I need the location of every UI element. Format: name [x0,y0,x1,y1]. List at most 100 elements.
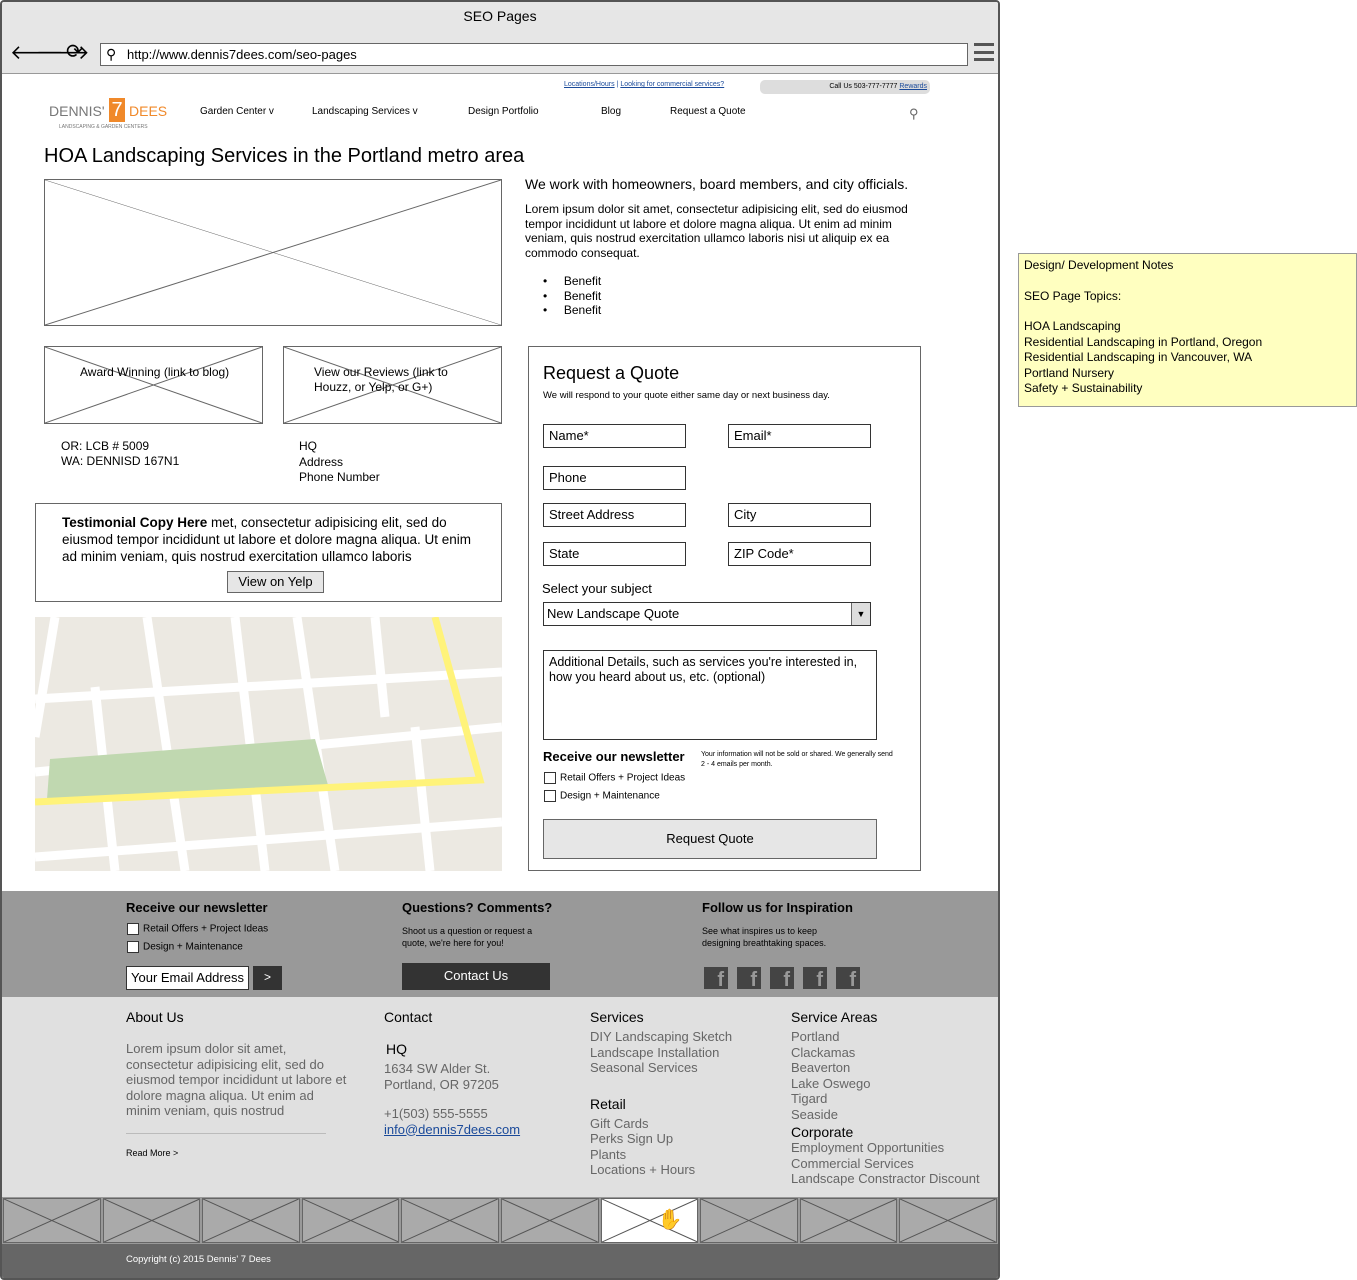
footer-link[interactable]: Seaside [791,1107,980,1123]
footer-link[interactable]: Landscape Installation [590,1045,732,1061]
follow-text: See what inspires us to keep designing b… [702,926,827,948]
license-wa: WA: DENNISD 167N1 [61,454,180,468]
footer-design-checkbox[interactable]: Design + Maintenance [127,941,243,953]
facebook-icon[interactable]: f [836,967,860,991]
thumbnail-placeholder[interactable]: ✋ [600,1198,699,1243]
view-on-yelp-button[interactable]: View on Yelp [227,571,324,593]
footer-address-2: Portland, OR 97205 [384,1076,499,1092]
quote-subtitle: We will respond to your quote either sam… [543,390,830,401]
street-field[interactable]: Street Address [543,503,686,527]
footer-phone: +1(503) 555-5555 [384,1106,488,1121]
read-more-link[interactable]: Read More > [126,1148,351,1158]
footer-link[interactable]: Beaverton [791,1060,980,1076]
footer-link[interactable]: Gift Cards [590,1116,732,1132]
subject-select[interactable]: New Landscape Quote ▼ [543,602,871,626]
footer-link[interactable]: Portland [791,1029,980,1045]
chevron-down-icon[interactable]: ▼ [851,603,870,625]
footer-link[interactable]: Lake Oswego [791,1076,980,1092]
footer: About Us Lorem ipsum dolor sit amet, con… [2,997,998,1197]
footer-link[interactable]: Landscape Constractor Discount [791,1171,980,1187]
thumbnail-placeholder[interactable] [401,1198,499,1243]
contact-us-button[interactable]: Contact Us [402,963,550,990]
location-pin-icon[interactable]: ⚲ [909,106,919,122]
footer-link[interactable]: DIY Landscaping Sketch [590,1029,732,1045]
name-field[interactable]: Name* [543,424,686,448]
details-textarea[interactable]: Additional Details, such as services you… [543,650,877,740]
window-title: SEO Pages [2,2,998,34]
footer-email-link[interactable]: info@dennis7dees.com [384,1122,520,1138]
logo[interactable]: DENNIS' 7 DEES LANDSCAPING & GARDEN CENT… [49,98,169,132]
nav-landscaping-services[interactable]: Landscaping Services v [312,106,418,117]
phone-field[interactable]: Phone [543,466,686,490]
nav-garden-center[interactable]: Garden Center v [200,106,274,117]
footer-link[interactable]: Employment Opportunities [791,1140,980,1156]
footer-link[interactable]: Seasonal Services [590,1060,732,1076]
thumbnail-placeholder[interactable] [899,1198,997,1243]
menu-icon[interactable] [974,43,994,61]
benefit-item: • Benefit [543,288,602,303]
subject-value: New Landscape Quote [547,606,680,621]
nav-design-portfolio[interactable]: Design Portfolio [468,106,539,117]
retail-offers-checkbox[interactable]: Retail Offers + Project Ideas [544,772,685,784]
state-field[interactable]: State [543,542,686,566]
thumbnail-placeholder[interactable] [500,1198,599,1243]
facebook-icon[interactable]: f [737,967,761,991]
areas-title: Service Areas [791,1009,878,1025]
testimonial-box: Testimonial Copy Here met, consectetur a… [35,503,502,602]
subscribe-button[interactable]: > [253,966,282,990]
checkbox[interactable] [544,790,556,802]
footer-link[interactable]: Plants [590,1147,732,1163]
email-input[interactable]: Your Email Address [126,966,249,990]
footer-link[interactable]: Locations + Hours [590,1162,732,1178]
award-badge[interactable]: Award Winning (link to blog) [44,346,263,424]
facebook-icon[interactable]: f [770,967,794,991]
questions-text: Shoot us a question or request a quote, … [402,926,533,948]
browser-toolbar: 🡐 🡒 ⟳ ⚲ http://www.dennis7dees.com/seo-p… [2,34,998,74]
design-maintenance-checkbox[interactable]: Design + Maintenance [544,790,660,802]
questions-title: Questions? Comments? [402,900,553,915]
city-field[interactable]: City [728,503,871,527]
retail-title: Retail [590,1095,626,1112]
thumbnail-placeholder[interactable] [3,1198,101,1243]
page-title: HOA Landscaping Services in the Portland… [44,145,525,167]
nav-blog[interactable]: Blog [601,106,621,117]
about-text: Lorem ipsum dolor sit amet, consectetur … [126,1041,347,1118]
footer-link[interactable]: Commercial Services [791,1156,980,1172]
thumbnail-placeholder[interactable] [799,1198,898,1243]
url-bar[interactable]: ⚲ http://www.dennis7dees.com/seo-pages [100,43,968,66]
footer-hq: HQ [386,1041,407,1057]
privacy-note: Your information will not be sold or sha… [701,751,893,768]
thumbnail-placeholder[interactable] [700,1198,798,1243]
commercial-link[interactable]: Looking for commercial services? [620,81,724,88]
call-text: Call Us 503-777-7777 [829,83,898,90]
facebook-icon[interactable]: f [704,967,728,991]
reload-icon[interactable]: ⟳ [66,39,83,64]
footer-link[interactable]: Tigard [791,1091,980,1107]
benefit-item: • Benefit [543,303,602,317]
email-field[interactable]: Email* [728,424,871,448]
checkbox[interactable] [544,772,556,784]
footer-link[interactable]: Perks Sign Up [590,1131,732,1147]
nav-request-quote[interactable]: Request a Quote [670,106,746,117]
map[interactable] [35,617,502,871]
facebook-icon[interactable]: f [803,967,827,991]
separator: | [616,81,619,88]
thumbnail-placeholder[interactable] [202,1198,300,1243]
footer-retail-checkbox[interactable]: Retail Offers + Project Ideas [127,923,268,935]
footer-address-1: 1634 SW Alder St. [384,1061,491,1076]
license-or: OR: LCB # 5009 [61,439,150,453]
url-text: http://www.dennis7dees.com/seo-pages [127,47,357,62]
rewards-link[interactable]: Rewards [899,83,927,90]
intro-lead: We work with homeowners, board members, … [525,176,909,192]
thumbnail-placeholder[interactable] [301,1198,400,1243]
locations-link[interactable]: Locations/Hours [564,81,615,88]
corporate-title: Corporate [791,1124,854,1140]
notes-topic: Residential Landscaping in Vancouver, WA [1024,350,1253,364]
thumbnail-placeholder[interactable] [102,1198,201,1243]
notes-sticky: Design/ Development Notes SEO Page Topic… [1018,253,1357,407]
notes-topic: Residential Landscaping in Portland, Ore… [1024,334,1263,349]
zip-field[interactable]: ZIP Code* [728,542,871,566]
request-quote-button[interactable]: Request Quote [543,819,877,859]
footer-link[interactable]: Clackamas [791,1045,980,1061]
reviews-badge[interactable]: View our Reviews (link to Houzz, or Yelp… [283,346,502,424]
